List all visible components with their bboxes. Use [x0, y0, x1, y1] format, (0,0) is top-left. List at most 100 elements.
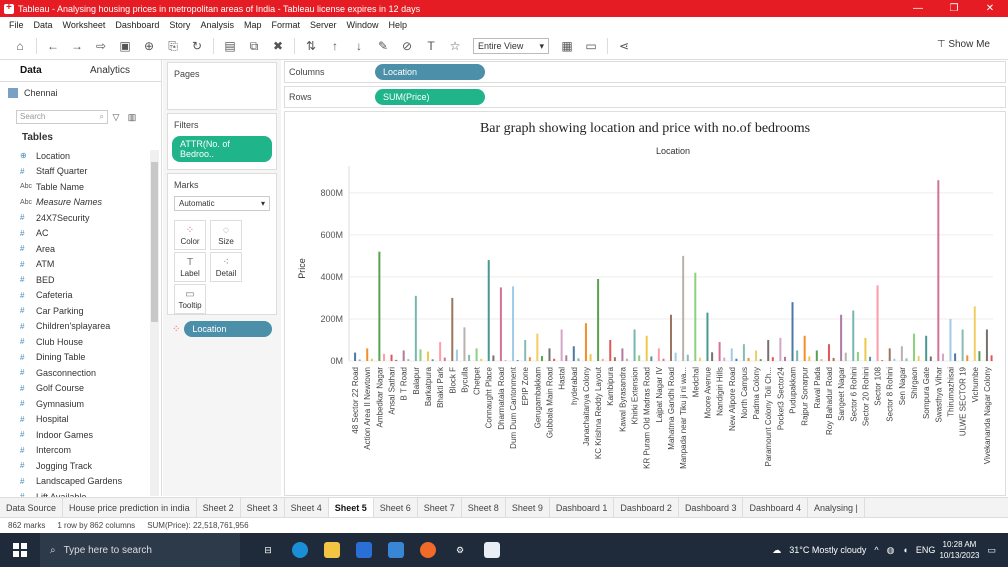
- bar-minor[interactable]: [723, 357, 726, 361]
- field-item[interactable]: # Cafeteria: [20, 288, 148, 304]
- tableau-app-icon[interactable]: [476, 533, 508, 567]
- firefox-icon[interactable]: [412, 533, 444, 567]
- bar[interactable]: [609, 339, 612, 361]
- columns-pill[interactable]: Location: [375, 64, 485, 80]
- bar-minor[interactable]: [796, 350, 799, 361]
- start-button[interactable]: [0, 533, 40, 567]
- bar-minor[interactable]: [698, 357, 701, 361]
- rows-shelf[interactable]: Rows SUM(Price): [284, 86, 1006, 108]
- bar[interactable]: [378, 251, 381, 361]
- bar[interactable]: [815, 350, 818, 361]
- bar-minor[interactable]: [565, 355, 568, 361]
- sort-desc-icon[interactable]: ↓: [351, 38, 367, 54]
- field-item[interactable]: # Gasconnection: [20, 365, 148, 381]
- bar[interactable]: [779, 337, 782, 361]
- bar-minor[interactable]: [747, 357, 750, 361]
- bar[interactable]: [597, 279, 600, 361]
- bar[interactable]: [767, 339, 770, 361]
- redo-icon[interactable]: →: [69, 38, 85, 54]
- bar[interactable]: [463, 327, 466, 361]
- bar[interactable]: [791, 302, 794, 361]
- bar-minor[interactable]: [626, 358, 629, 361]
- field-item[interactable]: # Landscaped Gardens: [20, 474, 148, 490]
- undo-icon[interactable]: ←: [45, 38, 61, 54]
- mail-icon[interactable]: [380, 533, 412, 567]
- show-cards-icon[interactable]: ▦: [559, 38, 575, 54]
- replay-icon[interactable]: ⇨: [93, 38, 109, 54]
- refresh-icon[interactable]: ↻: [189, 38, 205, 54]
- bar[interactable]: [718, 342, 721, 361]
- clear-sheet-icon[interactable]: ✖: [270, 38, 286, 54]
- menu-file[interactable]: File: [9, 20, 24, 30]
- minimize-button[interactable]: —: [900, 3, 936, 14]
- sheet-tab[interactable]: Dashboard 3: [679, 497, 744, 518]
- field-item[interactable]: # Staff Quarter: [20, 164, 148, 180]
- bar-minor[interactable]: [674, 352, 677, 361]
- bar-minor[interactable]: [395, 359, 398, 361]
- field-item[interactable]: # Indoor Games: [20, 427, 148, 443]
- bar-minor[interactable]: [662, 358, 665, 361]
- field-item[interactable]: # Children'splayarea: [20, 319, 148, 335]
- bar[interactable]: [876, 285, 879, 361]
- field-item[interactable]: # Dining Table: [20, 350, 148, 366]
- bar-minor[interactable]: [686, 354, 689, 361]
- bar-minor[interactable]: [419, 349, 422, 361]
- field-item[interactable]: # BED: [20, 272, 148, 288]
- field-item[interactable]: Abc Table Name: [20, 179, 148, 195]
- tray-chevron-icon[interactable]: ^: [874, 545, 878, 555]
- color-button[interactable]: ⁘ Color: [174, 220, 206, 250]
- tab-data[interactable]: Data: [0, 60, 70, 81]
- sheet-tab[interactable]: Sheet 3: [241, 497, 285, 518]
- bar-minor[interactable]: [711, 352, 714, 361]
- weather-text[interactable]: 31°C Mostly cloudy: [789, 545, 866, 555]
- bar[interactable]: [985, 329, 988, 361]
- bar-minor[interactable]: [832, 357, 835, 361]
- notification-icon[interactable]: ▭: [987, 545, 996, 556]
- bar-minor[interactable]: [455, 349, 458, 361]
- share-icon[interactable]: ⋖: [616, 38, 632, 54]
- bar[interactable]: [584, 323, 587, 361]
- menu-dashboard[interactable]: Dashboard: [115, 20, 159, 30]
- bar-chart[interactable]: Location Price 0M 200M 400M 600M 800M 48 Sector…: [285, 126, 1005, 496]
- field-item[interactable]: # Jogging Track: [20, 458, 148, 474]
- new-datasource-icon[interactable]: ⊕: [141, 38, 157, 54]
- bar-minor[interactable]: [589, 354, 592, 361]
- pages-card[interactable]: Pages: [167, 62, 277, 110]
- settings-gear-icon[interactable]: ⚙: [444, 533, 476, 567]
- menu-server[interactable]: Server: [310, 20, 337, 30]
- group-icon[interactable]: ⊘: [399, 38, 415, 54]
- pin-icon[interactable]: ☆: [447, 38, 463, 54]
- bar-minor[interactable]: [808, 356, 811, 361]
- bar-minor[interactable]: [358, 359, 361, 361]
- bar[interactable]: [730, 348, 733, 361]
- bar[interactable]: [402, 350, 405, 361]
- bar-minor[interactable]: [516, 360, 519, 361]
- detail-button[interactable]: ⁖ Detail: [210, 252, 242, 282]
- filter-icon[interactable]: ▽: [111, 109, 121, 125]
- taskbar-search[interactable]: ⌕ Type here to search: [40, 533, 240, 567]
- bar[interactable]: [390, 354, 393, 361]
- field-item[interactable]: # ATM: [20, 257, 148, 273]
- bar-minor[interactable]: [577, 358, 580, 361]
- bar-minor[interactable]: [784, 356, 787, 361]
- bar-minor[interactable]: [844, 352, 847, 361]
- bar[interactable]: [451, 297, 454, 361]
- rows-pill[interactable]: SUM(Price): [375, 89, 485, 105]
- bar-minor[interactable]: [383, 353, 386, 361]
- new-worksheet-icon[interactable]: ▤: [222, 38, 238, 54]
- bar-minor[interactable]: [443, 357, 446, 361]
- bar[interactable]: [439, 342, 442, 361]
- field-item[interactable]: Abc Measure Names: [20, 195, 148, 211]
- field-item[interactable]: # Area: [20, 241, 148, 257]
- bar[interactable]: [888, 348, 891, 361]
- view-mode-select[interactable]: Entire View ▾: [473, 38, 549, 54]
- bar[interactable]: [475, 348, 478, 361]
- menu-format[interactable]: Format: [271, 20, 300, 30]
- menu-worksheet[interactable]: Worksheet: [63, 20, 106, 30]
- sheet-tab[interactable]: Sheet 8: [462, 497, 506, 518]
- bar[interactable]: [499, 287, 502, 361]
- weather-icon[interactable]: ☁: [772, 545, 781, 556]
- bar-minor[interactable]: [881, 359, 884, 361]
- sheet-tab[interactable]: Dashboard 1: [550, 497, 615, 518]
- bar[interactable]: [706, 312, 709, 361]
